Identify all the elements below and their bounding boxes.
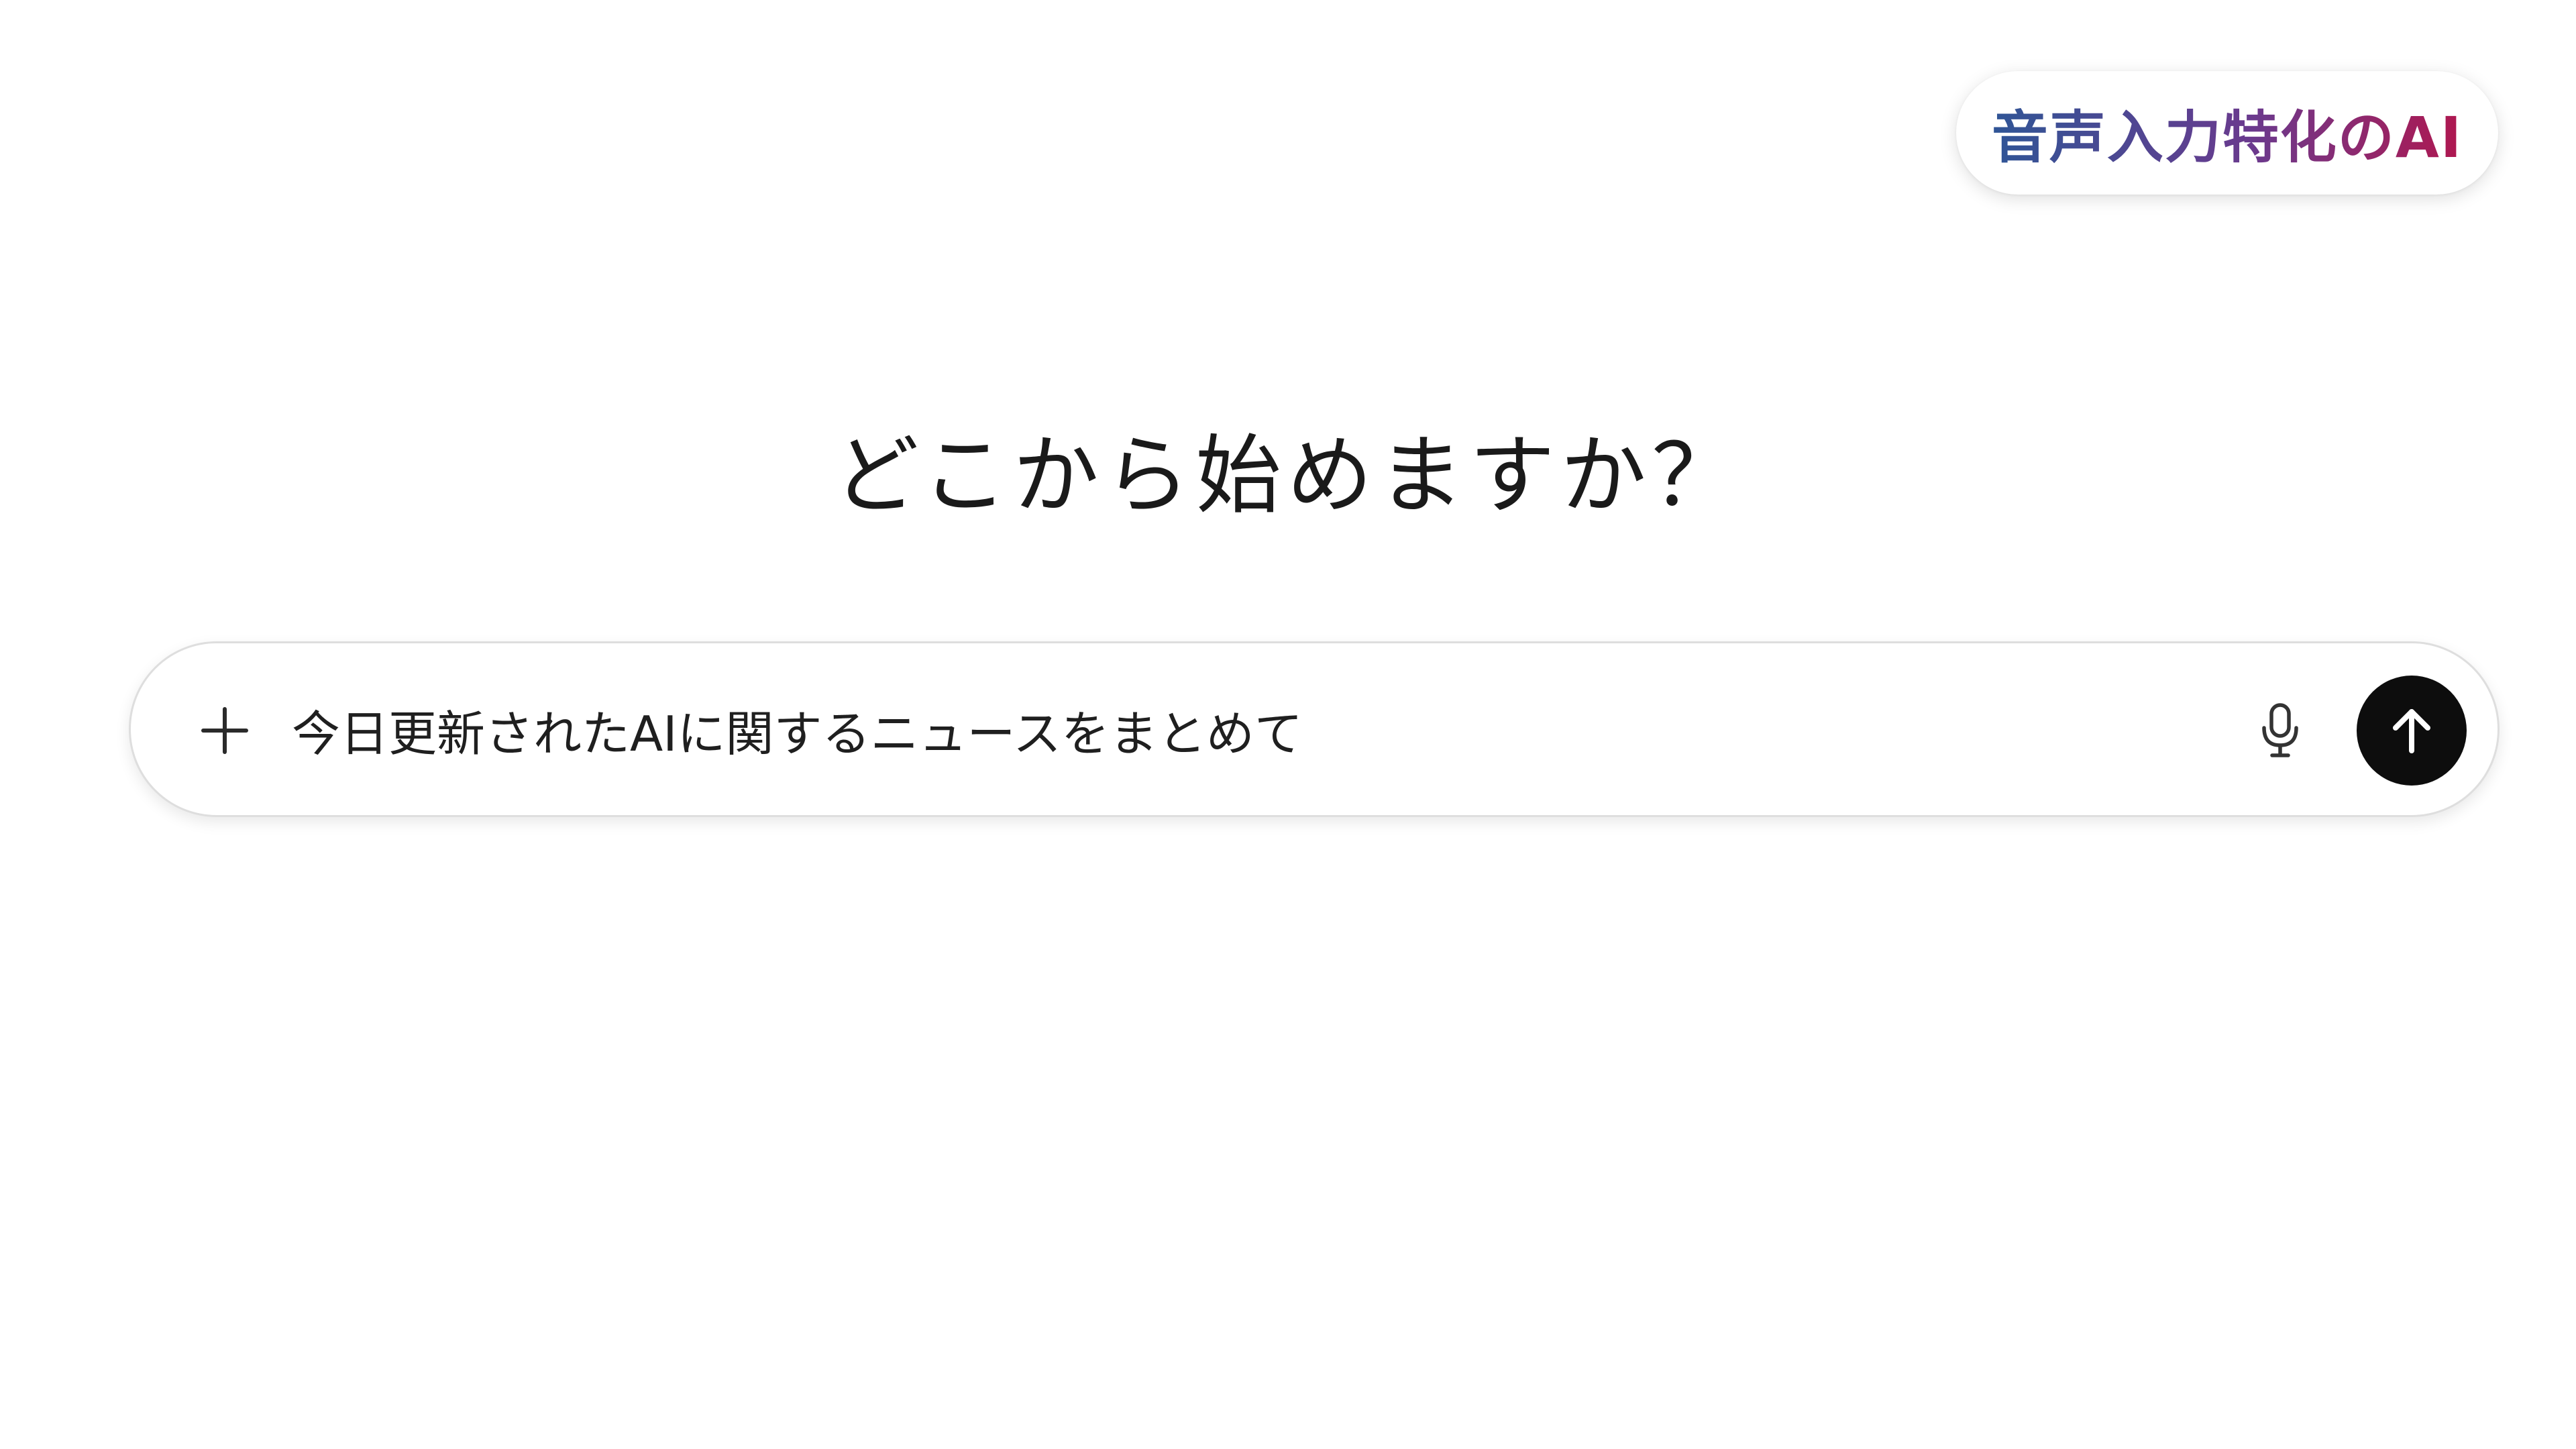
feature-badge: 音声入力特化のAI	[1956, 71, 2498, 195]
plus-icon	[201, 707, 248, 754]
send-button[interactable]	[2357, 676, 2467, 786]
prompt-input[interactable]	[292, 689, 2210, 769]
arrow-up-icon	[2393, 709, 2430, 753]
page-title: どこから始めますか？	[833, 426, 1743, 526]
microphone-icon	[2262, 703, 2298, 757]
feature-badge-text: 音声入力特化のAI	[1992, 93, 2463, 174]
page: 音声入力特化のAI どこから始めますか？	[0, 0, 2576, 1449]
prompt-composer	[129, 641, 2500, 817]
add-attachment-button[interactable]	[182, 688, 268, 773]
voice-input-button[interactable]	[2237, 688, 2323, 773]
